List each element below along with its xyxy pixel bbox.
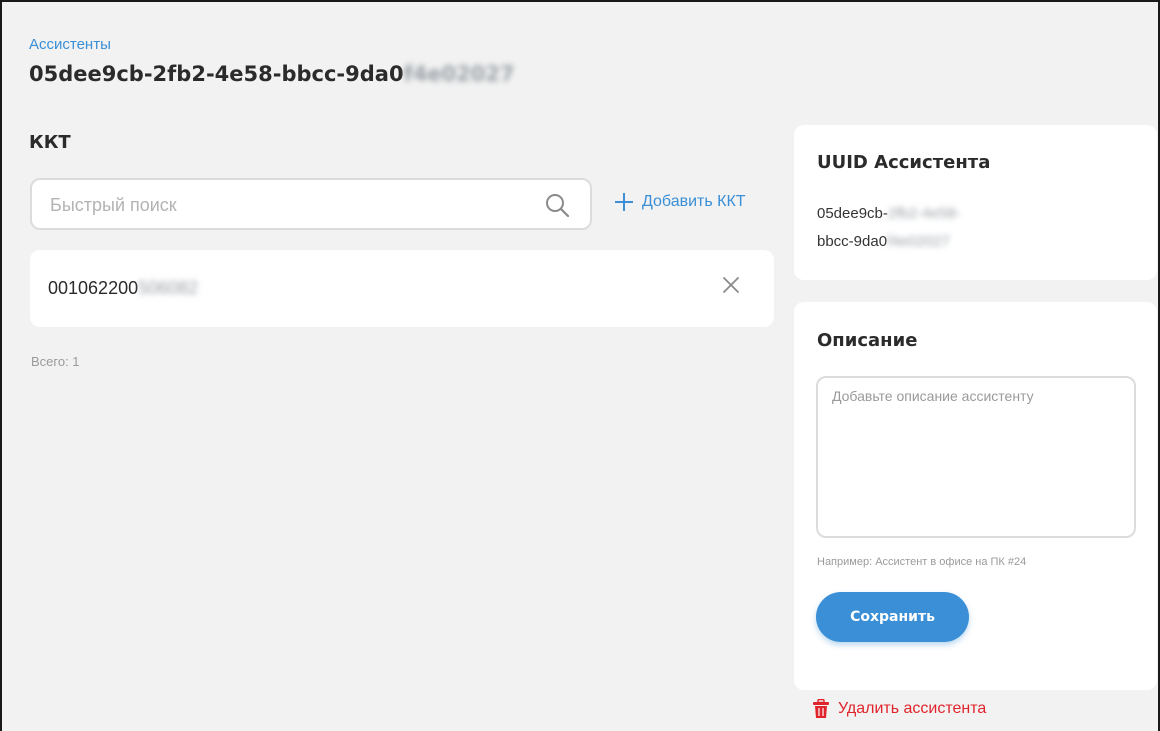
plus-icon [614,192,634,212]
description-hint: Например: Ассистент в офисе на ПК #24 [817,556,1027,568]
uuid-line2-redacted: f4e02027 [887,233,950,250]
page-title-redacted: f4e02027 [403,62,515,86]
uuid-line1-redacted: 2fb2-4e58- [887,205,961,222]
breadcrumb-assistants-link[interactable]: Ассистенты [29,36,111,53]
save-button[interactable]: Сохранить [816,592,969,642]
description-card-title: Описание [817,330,918,351]
kkt-list-item[interactable]: 001062200506082 [30,250,774,327]
page-title: 05dee9cb-2fb2-4e58-bbcc-9da0f4e02027 [29,62,515,86]
assistant-page: Ассистенты 05dee9cb-2fb2-4e58-bbcc-9da0f… [2,2,1158,731]
uuid-card: UUID Ассистента 05dee9cb-2fb2-4e58- bbcc… [794,125,1157,280]
uuid-line2-visible: bbcc-9da0 [817,233,888,250]
uuid-card-title: UUID Ассистента [817,152,991,173]
description-textarea[interactable] [816,376,1136,538]
page-title-visible: 05dee9cb-2fb2-4e58-bbcc-9da0 [29,62,404,86]
add-kkt-button[interactable]: Добавить ККТ [614,192,746,212]
kkt-total-count: Всего: 1 [31,354,80,369]
description-card: Описание Например: Ассистент в офисе на … [794,302,1157,690]
kkt-serial-visible: 001062200 [48,278,139,298]
trash-icon [813,699,829,718]
kkt-search-box [30,178,592,230]
uuid-value-line-2: bbcc-9da0f4e02027 [817,233,950,250]
uuid-value-line-1: 05dee9cb-2fb2-4e58- [817,205,960,222]
search-icon[interactable] [544,192,570,218]
kkt-serial-redacted: 506082 [138,278,199,298]
kkt-serial-number: 001062200506082 [48,278,198,299]
close-icon[interactable] [720,274,742,296]
add-kkt-label: Добавить ККТ [642,193,746,210]
delete-assistant-label: Удалить ассистента [838,700,987,717]
kkt-section-title: ККТ [29,132,71,153]
kkt-search-input[interactable] [50,192,520,218]
uuid-line1-visible: 05dee9cb- [817,205,888,222]
delete-assistant-button[interactable]: Удалить ассистента [812,699,986,719]
